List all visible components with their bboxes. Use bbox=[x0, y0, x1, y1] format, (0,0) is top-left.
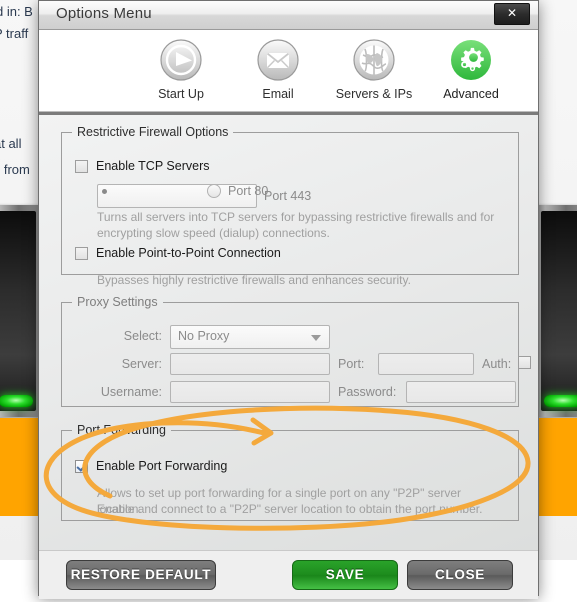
tab-bar: Start Up Email Servers & IPs Advanced bbox=[39, 30, 538, 115]
background-text-fragment: d in: B bbox=[0, 4, 33, 19]
background-accent-left bbox=[0, 418, 39, 516]
proxy-select-label: Select: bbox=[123, 329, 162, 343]
proxy-select-dropdown[interactable]: No Proxy bbox=[170, 325, 330, 349]
restrictive-firewall-group: Restrictive Firewall Options Enable TCP … bbox=[61, 125, 519, 287]
proxy-settings-group: Proxy Settings Select: No Proxy Server: … bbox=[61, 295, 531, 407]
dialog-footer: RESTORE DEFAULT SAVE CLOSE bbox=[39, 550, 538, 599]
tab-label: Start Up bbox=[158, 87, 204, 101]
globe-icon bbox=[352, 38, 396, 82]
dialog-titlebar[interactable]: Options Menu ✕ bbox=[39, 1, 538, 30]
port-443-radio-row[interactable]: Port 443 bbox=[97, 184, 311, 208]
dialog-body: Restrictive Firewall Options Enable TCP … bbox=[39, 115, 538, 550]
restrictive-firewall-legend: Restrictive Firewall Options bbox=[77, 125, 229, 139]
background-text-fragment: at all bbox=[0, 136, 22, 151]
tcp-hint-line-1: Turns all servers into TCP servers for b… bbox=[97, 210, 495, 224]
tab-start-up[interactable]: Start Up bbox=[127, 38, 235, 103]
proxy-auth-label: Auth: bbox=[482, 357, 512, 371]
proxy-server-label: Server: bbox=[121, 357, 162, 371]
enable-tcp-servers-row[interactable]: Enable TCP Servers bbox=[75, 159, 209, 173]
tcp-hint-line-2: encrypting slow speed (dialup) connectio… bbox=[97, 226, 330, 240]
envelope-icon bbox=[256, 38, 300, 82]
enable-p2p-row[interactable]: Enable Point-to-Point Connection bbox=[75, 246, 281, 260]
proxy-select-value: No Proxy bbox=[178, 329, 230, 343]
tab-label: Email bbox=[262, 87, 294, 101]
tab-label: Servers & IPs bbox=[335, 87, 413, 101]
port-forwarding-hint-line-2: Enable and connect to a "P2P" server loc… bbox=[97, 502, 483, 516]
proxy-port-label: Port: bbox=[338, 357, 365, 371]
options-menu-dialog: Options Menu ✕ Start Up Email Servers & … bbox=[38, 0, 539, 599]
enable-port-forwarding-checkbox[interactable] bbox=[75, 459, 88, 473]
play-circle-icon bbox=[159, 38, 203, 82]
save-button[interactable]: SAVE bbox=[292, 560, 398, 590]
port-forwarding-legend: Port Forwarding bbox=[77, 423, 166, 437]
gear-icon bbox=[449, 38, 493, 82]
tab-servers-and-ips[interactable]: Servers & IPs bbox=[320, 38, 428, 103]
enable-p2p-checkbox[interactable] bbox=[75, 246, 88, 260]
background-accent-right bbox=[536, 418, 577, 516]
enable-port-forwarding-row[interactable]: Enable Port Forwarding bbox=[75, 459, 227, 473]
port-80-radio[interactable] bbox=[207, 184, 221, 198]
dialog-title: Options Menu bbox=[56, 5, 152, 22]
proxy-username-input[interactable] bbox=[170, 381, 330, 403]
proxy-server-input[interactable] bbox=[170, 353, 330, 375]
close-window-button[interactable]: ✕ bbox=[494, 3, 530, 25]
tab-advanced[interactable]: Advanced bbox=[417, 38, 525, 103]
enable-tcp-servers-label: Enable TCP Servers bbox=[96, 159, 210, 173]
background-text-fragment: d from bbox=[0, 162, 30, 177]
proxy-auth-checkbox[interactable] bbox=[518, 356, 531, 369]
tab-bar-divider bbox=[39, 111, 538, 112]
server-rack-right-icon bbox=[535, 205, 577, 417]
port-forwarding-group: Port Forwarding Enable Port Forwarding A… bbox=[61, 423, 519, 521]
enable-tcp-servers-checkbox[interactable] bbox=[75, 159, 88, 173]
tab-email[interactable]: Email bbox=[224, 38, 332, 103]
tab-label: Advanced bbox=[443, 87, 499, 101]
port-80-label: Port 80 bbox=[228, 184, 269, 198]
p2p-hint: Bypasses highly restrictive firewalls an… bbox=[97, 273, 411, 287]
proxy-port-input[interactable] bbox=[378, 353, 474, 375]
chevron-down-icon bbox=[311, 335, 321, 341]
enable-port-forwarding-label: Enable Port Forwarding bbox=[96, 459, 228, 473]
restore-default-button[interactable]: RESTORE DEFAULT bbox=[66, 560, 216, 590]
close-button[interactable]: CLOSE bbox=[407, 560, 513, 590]
port-443-label: Port 443 bbox=[264, 189, 312, 203]
server-rack-left-icon bbox=[0, 205, 42, 417]
background-text-fragment: P traff bbox=[0, 26, 29, 41]
proxy-username-label: Username: bbox=[100, 385, 162, 399]
proxy-password-label: Password: bbox=[338, 385, 397, 399]
port-80-radio-row[interactable]: Port 80 bbox=[207, 184, 268, 198]
proxy-settings-legend: Proxy Settings bbox=[77, 295, 158, 309]
proxy-password-input[interactable] bbox=[406, 381, 516, 403]
enable-p2p-label: Enable Point-to-Point Connection bbox=[96, 246, 281, 260]
